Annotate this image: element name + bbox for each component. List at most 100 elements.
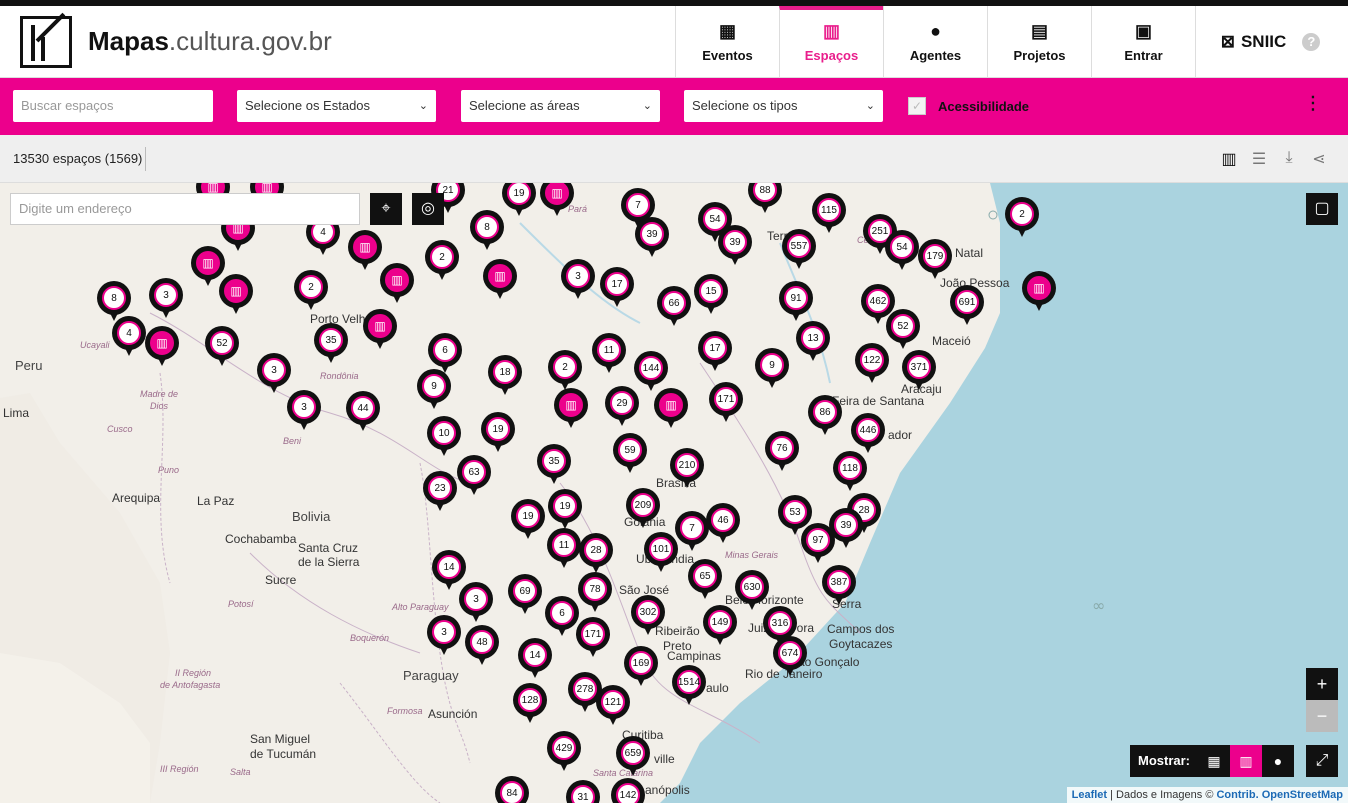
cluster-marker[interactable]: 9 bbox=[755, 348, 789, 390]
cluster-marker[interactable]: 387 bbox=[822, 565, 856, 607]
cluster-marker[interactable]: 19 bbox=[481, 412, 515, 454]
cluster-marker[interactable]: 39 bbox=[718, 225, 752, 267]
cluster-marker[interactable]: 48 bbox=[465, 625, 499, 667]
cluster-marker[interactable]: 2 bbox=[294, 270, 328, 312]
cluster-marker[interactable]: 144 bbox=[634, 351, 668, 393]
cluster-marker[interactable]: 23 bbox=[423, 471, 457, 513]
fullscreen-button[interactable]: ⤢ bbox=[1306, 745, 1338, 777]
site-title[interactable]: Mapas.cultura.gov.br bbox=[88, 26, 332, 57]
cluster-marker[interactable]: 3 bbox=[257, 353, 291, 395]
cluster-marker[interactable]: 44 bbox=[346, 391, 380, 433]
cluster-marker[interactable]: 371 bbox=[902, 350, 936, 392]
nav-espacos[interactable]: ▥ Espaços bbox=[779, 6, 883, 78]
space-marker[interactable]: ▥ bbox=[219, 274, 253, 316]
cluster-marker[interactable]: 35 bbox=[314, 323, 348, 365]
share-icon[interactable]: ⋖ bbox=[1308, 149, 1330, 169]
cluster-marker[interactable]: 8 bbox=[470, 210, 504, 252]
space-marker[interactable]: ▥ bbox=[654, 388, 688, 430]
cluster-marker[interactable]: 169 bbox=[624, 646, 658, 688]
states-select[interactable]: Selecione os Estados ⌄ bbox=[237, 90, 436, 122]
cluster-marker[interactable]: 29 bbox=[605, 386, 639, 428]
zoom-out-button[interactable]: − bbox=[1306, 700, 1338, 732]
cluster-marker[interactable]: 115 bbox=[812, 193, 846, 235]
cluster-marker[interactable]: 557 bbox=[782, 229, 816, 271]
cluster-marker[interactable]: 1514 bbox=[672, 665, 706, 707]
mapas-logo[interactable] bbox=[20, 12, 72, 68]
cluster-marker[interactable]: 69 bbox=[508, 574, 542, 616]
cluster-marker[interactable]: 13 bbox=[796, 321, 830, 363]
show-events-button[interactable]: ▦ bbox=[1198, 745, 1230, 777]
cluster-marker[interactable]: 3 bbox=[287, 390, 321, 432]
cluster-marker[interactable]: 9 bbox=[417, 369, 451, 411]
nav-entrar[interactable]: ▣ Entrar bbox=[1091, 6, 1195, 78]
cluster-marker[interactable]: 31 bbox=[566, 780, 600, 803]
cluster-marker[interactable]: 209 bbox=[626, 488, 660, 530]
cluster-marker[interactable]: 11 bbox=[547, 528, 581, 570]
locate-me-button[interactable]: ⌖ bbox=[370, 193, 402, 225]
cluster-marker[interactable]: 674 bbox=[773, 636, 807, 678]
cluster-marker[interactable]: 101 bbox=[644, 532, 678, 574]
areas-select[interactable]: Selecione as áreas ⌄ bbox=[461, 90, 660, 122]
cluster-marker[interactable]: 76 bbox=[765, 431, 799, 473]
cluster-marker[interactable]: 52 bbox=[886, 309, 920, 351]
cluster-marker[interactable]: 39 bbox=[635, 217, 669, 259]
cluster-marker[interactable]: 19 bbox=[511, 499, 545, 541]
cluster-marker[interactable]: 88 bbox=[748, 183, 782, 215]
map-view-icon[interactable]: ▥ bbox=[1218, 149, 1240, 169]
cluster-marker[interactable]: 429 bbox=[547, 731, 581, 773]
cluster-marker[interactable]: 91 bbox=[779, 281, 813, 323]
cluster-marker[interactable]: 179 bbox=[918, 239, 952, 281]
cluster-marker[interactable]: 149 bbox=[703, 605, 737, 647]
cluster-marker[interactable]: 3 bbox=[427, 615, 461, 657]
cluster-marker[interactable]: 66 bbox=[657, 286, 691, 328]
space-marker[interactable]: ▥ bbox=[380, 263, 414, 305]
cluster-marker[interactable]: 17 bbox=[600, 267, 634, 309]
accessibility-label[interactable]: Acessibilidade bbox=[938, 99, 1029, 114]
cluster-marker[interactable]: 46 bbox=[706, 503, 740, 545]
show-agents-button[interactable]: ● bbox=[1262, 745, 1294, 777]
help-icon[interactable]: ? bbox=[1302, 33, 1321, 51]
cluster-marker[interactable]: 691 bbox=[950, 285, 984, 327]
cluster-marker[interactable]: 35 bbox=[537, 444, 571, 486]
cluster-marker[interactable]: 4 bbox=[112, 316, 146, 358]
toggle-panel-button[interactable]: ▢ bbox=[1306, 193, 1338, 225]
cluster-marker[interactable]: 19 bbox=[502, 183, 536, 218]
space-marker[interactable]: ▥ bbox=[1022, 271, 1056, 313]
cluster-marker[interactable]: 59 bbox=[613, 433, 647, 475]
cluster-marker[interactable]: 6 bbox=[545, 596, 579, 638]
cluster-marker[interactable]: 659 bbox=[616, 736, 650, 778]
filter-sliders-icon[interactable]: ⫶ bbox=[1310, 92, 1316, 118]
leaflet-link[interactable]: Leaflet bbox=[1072, 789, 1107, 801]
cluster-marker[interactable]: 302 bbox=[631, 595, 665, 637]
space-marker[interactable]: ▥ bbox=[540, 183, 574, 218]
cluster-marker[interactable]: 3 bbox=[561, 259, 595, 301]
accessibility-checkbox[interactable]: ✓ bbox=[908, 97, 926, 115]
cluster-marker[interactable]: 97 bbox=[801, 523, 835, 565]
cluster-marker[interactable]: 86 bbox=[808, 395, 842, 437]
cluster-marker[interactable]: 65 bbox=[688, 559, 722, 601]
address-search-input[interactable]: Digite um endereço bbox=[10, 193, 360, 225]
cluster-marker[interactable]: 2 bbox=[425, 240, 459, 282]
cluster-marker[interactable]: 15 bbox=[694, 274, 728, 316]
list-view-icon[interactable]: ☰ bbox=[1248, 149, 1270, 169]
cluster-marker[interactable]: 63 bbox=[457, 455, 491, 497]
space-marker[interactable]: ▥ bbox=[363, 309, 397, 351]
cluster-marker[interactable]: 84 bbox=[495, 776, 529, 803]
cluster-marker[interactable]: 122 bbox=[855, 343, 889, 385]
nav-eventos[interactable]: ▦ Eventos bbox=[675, 6, 779, 78]
search-spaces-input[interactable]: Buscar espaços bbox=[13, 90, 213, 122]
cluster-marker[interactable]: 28 bbox=[579, 533, 613, 575]
cluster-marker[interactable]: 171 bbox=[576, 617, 610, 659]
cluster-marker[interactable]: 2 bbox=[1005, 197, 1039, 239]
show-spaces-button[interactable]: ▥ bbox=[1230, 745, 1263, 777]
cluster-marker[interactable]: 128 bbox=[513, 683, 547, 725]
cluster-marker[interactable]: 210 bbox=[670, 448, 704, 490]
space-marker[interactable]: ▥ bbox=[483, 259, 517, 301]
cluster-marker[interactable]: 11 bbox=[592, 333, 626, 375]
cluster-marker[interactable]: 52 bbox=[205, 326, 239, 368]
space-marker[interactable]: ▥ bbox=[554, 388, 588, 430]
cluster-marker[interactable]: 14 bbox=[518, 638, 552, 680]
cluster-marker[interactable]: 3 bbox=[149, 278, 183, 320]
cluster-marker[interactable]: 118 bbox=[833, 451, 867, 493]
cluster-marker[interactable]: 142 bbox=[611, 778, 645, 803]
